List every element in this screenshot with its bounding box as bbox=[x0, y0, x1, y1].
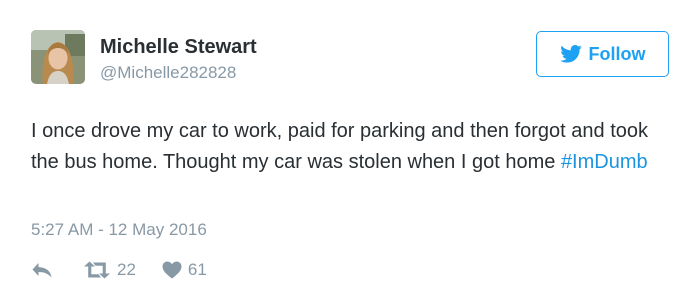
heart-icon bbox=[162, 261, 182, 279]
twitter-bird-icon bbox=[559, 45, 582, 63]
retweet-button[interactable]: 22 bbox=[83, 259, 136, 281]
tweet-card: Michelle Stewart @Michelle282828 Follow … bbox=[0, 0, 700, 307]
user-info[interactable]: Michelle Stewart @Michelle282828 bbox=[100, 35, 257, 83]
avatar[interactable] bbox=[31, 30, 85, 84]
tweet-actions: 22 61 bbox=[31, 258, 207, 282]
like-button[interactable]: 61 bbox=[162, 259, 207, 281]
user-handle[interactable]: @Michelle282828 bbox=[100, 63, 257, 83]
reply-button[interactable] bbox=[31, 261, 53, 279]
tweet-timestamp[interactable]: 5:27 AM - 12 May 2016 bbox=[31, 219, 207, 241]
like-count: 61 bbox=[187, 260, 207, 279]
user-name[interactable]: Michelle Stewart bbox=[100, 35, 257, 59]
tweet-text: I once drove my car to work, paid for pa… bbox=[31, 116, 681, 178]
reply-icon bbox=[32, 263, 52, 278]
retweet-icon bbox=[84, 261, 110, 279]
avatar-image bbox=[31, 30, 85, 84]
tweet-body: I once drove my car to work, paid for pa… bbox=[31, 120, 649, 173]
retweet-count: 22 bbox=[117, 260, 136, 279]
follow-button[interactable]: Follow bbox=[536, 31, 669, 77]
hashtag-link[interactable]: #ImDumb bbox=[561, 151, 648, 173]
follow-button-label: Follow bbox=[588, 43, 646, 64]
